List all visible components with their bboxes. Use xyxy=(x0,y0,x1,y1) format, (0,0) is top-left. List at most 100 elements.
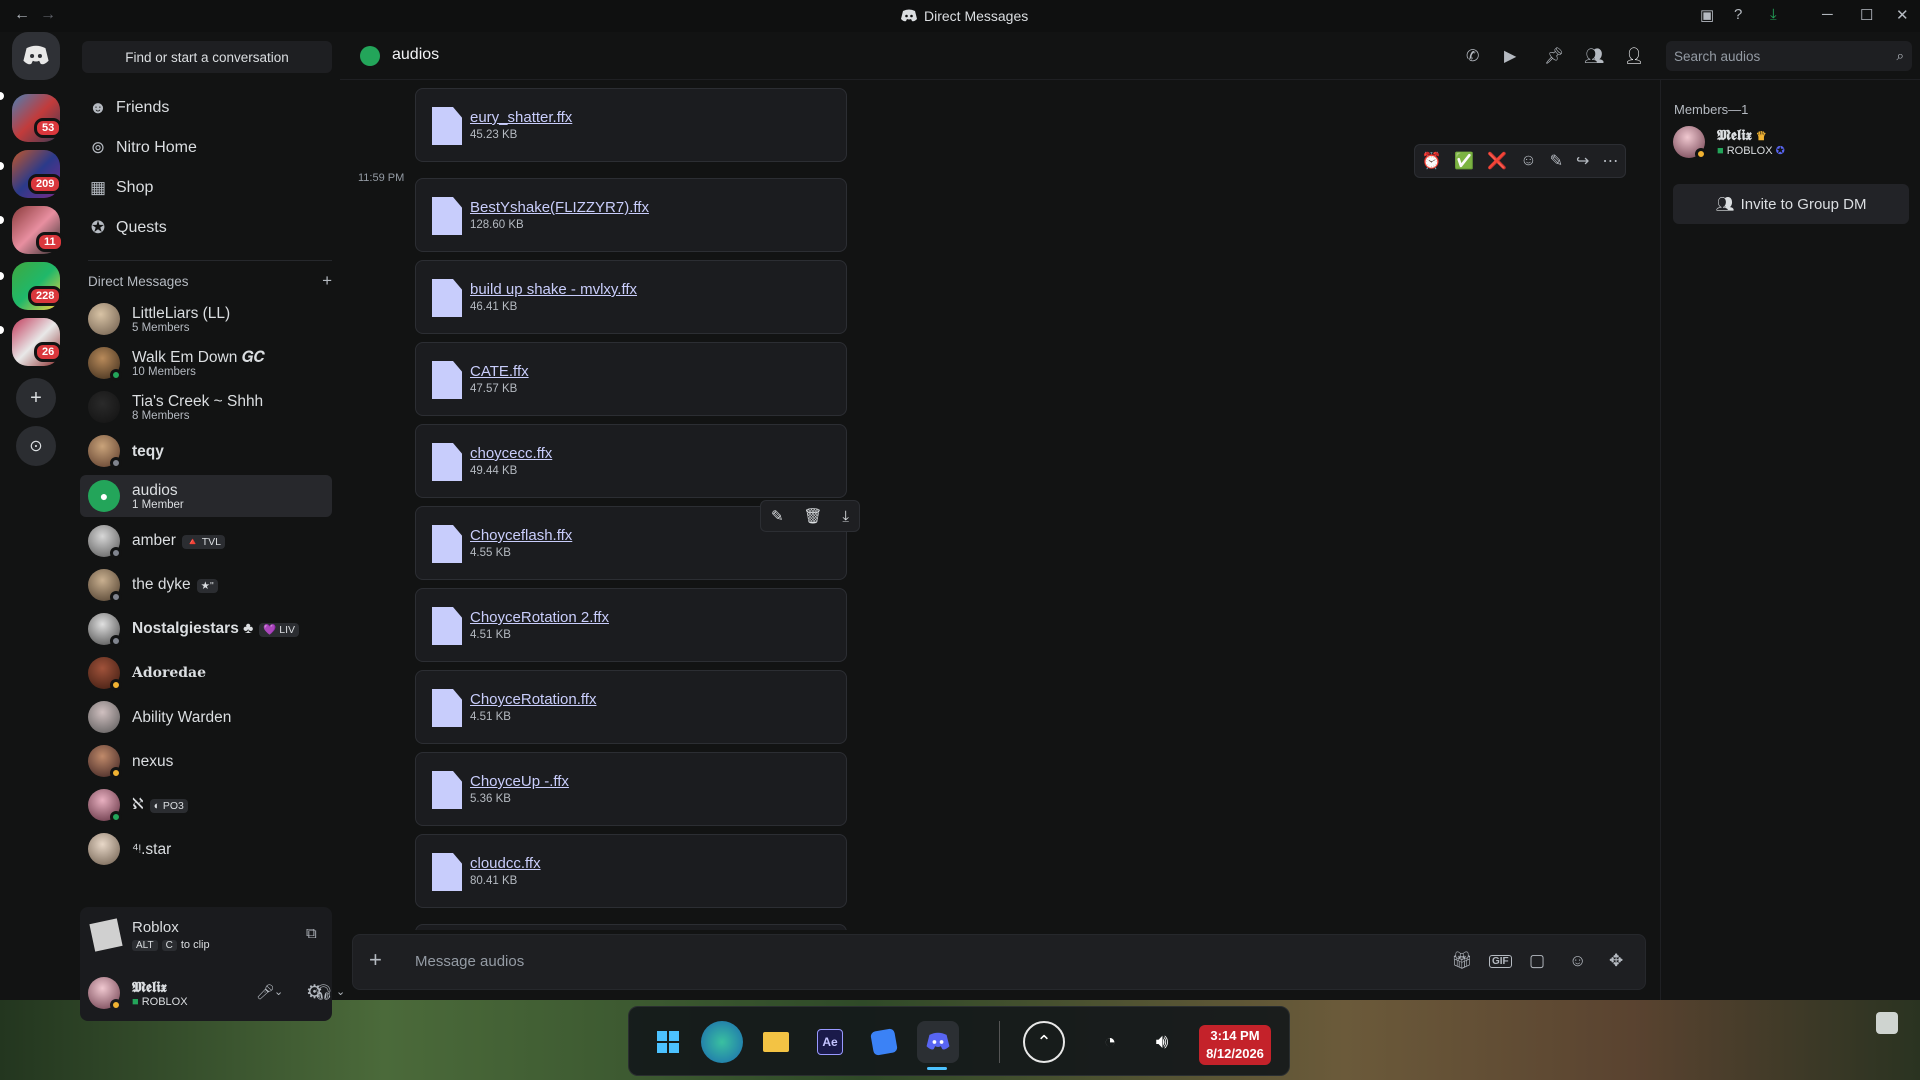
file-attachment[interactable]: eury_shatter.ffx 45.23 KB xyxy=(415,88,847,162)
file-name-link[interactable]: ChoyceRotation 2.ffx xyxy=(470,609,609,626)
dm-item[interactable]: Walk Em Down 𝑮𝑪 10 Members xyxy=(80,342,332,384)
member-item[interactable]: 𝕸𝖊𝖑𝖎𝖝 ♛ ■ ROBLOX ✪ xyxy=(1673,126,1785,160)
file-attachment[interactable]: CATE.ffx 47.57 KB xyxy=(415,342,847,416)
folder-icon xyxy=(763,1032,789,1052)
discord-taskbar-icon[interactable] xyxy=(917,1021,959,1063)
gif-icon[interactable]: GIF xyxy=(1489,955,1512,968)
add-reaction-icon[interactable]: ☺ xyxy=(1520,152,1536,170)
minimize-button[interactable]: ─ xyxy=(1822,6,1833,23)
delete-file-icon[interactable]: 🗑 xyxy=(803,507,822,525)
add-attachment-button[interactable]: + xyxy=(369,947,382,973)
forward-icon[interactable]: ↪ xyxy=(1576,151,1589,171)
add-member-icon[interactable]: 👥︎ xyxy=(1584,46,1604,66)
discover-icon[interactable]: ⊙ xyxy=(16,426,56,466)
file-name-link[interactable]: BestYshake(FLIZZYR7).ffx xyxy=(470,199,649,216)
dm-item[interactable]: LittleLiars (LL) 5 Members xyxy=(80,298,332,340)
nav-shop[interactable]: ▦ Shop xyxy=(80,170,332,206)
edge-icon[interactable] xyxy=(701,1021,743,1063)
dm-item[interactable]: ℵ ◐ PO3 xyxy=(80,784,332,826)
download-icon[interactable]: ⤓ xyxy=(1770,6,1777,23)
maximize-button[interactable]: ☐ xyxy=(1860,6,1873,24)
home-button[interactable] xyxy=(12,32,60,80)
file-attachment[interactable]: choycecc.ffx 49.44 KB xyxy=(415,424,847,498)
close-button[interactable]: ✕ xyxy=(1896,6,1909,24)
roblox-taskbar-icon[interactable] xyxy=(863,1021,905,1063)
invite-label: Invite to Group DM xyxy=(1740,195,1867,213)
message-input[interactable]: Message audios xyxy=(415,953,524,970)
invite-to-group-button[interactable]: 👥︎ Invite to Group DM xyxy=(1673,184,1909,224)
gift-icon[interactable]: 🎁︎ xyxy=(1451,951,1473,971)
dm-item[interactable]: nexus xyxy=(80,740,332,782)
nav-friends[interactable]: ☻ Friends xyxy=(80,90,332,126)
file-attachment[interactable]: ChoyceRotation.ffx 4.51 KB xyxy=(415,670,847,744)
file-name-link[interactable]: build up shake - mvlxy.ffx xyxy=(470,281,637,298)
microphone-icon[interactable]: 🎤︎ xyxy=(256,983,275,1001)
show-hidden-icons[interactable]: ⌃ xyxy=(1023,1021,1065,1063)
edit-file-icon[interactable]: ✎ xyxy=(771,507,784,525)
video-icon[interactable]: ▶ xyxy=(1504,46,1516,66)
user-avatar[interactable] xyxy=(88,977,122,1011)
system-clock[interactable]: 3:14 PM 8/12/2026 xyxy=(1199,1025,1271,1065)
download-file-icon[interactable]: ⤓ xyxy=(842,508,849,525)
nav-quests[interactable]: ✪ Quests xyxy=(80,210,332,246)
members-icon[interactable]: 👤︎ xyxy=(1624,46,1644,66)
search-icon: ⌕ xyxy=(1896,48,1904,63)
start-icon[interactable] xyxy=(647,1021,689,1063)
file-attachment[interactable]: cloudcc.ffx 80.41 KB xyxy=(415,834,847,908)
file-attachment[interactable]: BestYshake(FLIZZYR7).ffx 128.60 KB xyxy=(415,178,847,252)
file-attachment-partial[interactable] xyxy=(415,924,847,930)
nav-nitro-home[interactable]: ⊚ Nitro Home xyxy=(80,130,332,166)
file-name-link[interactable]: Choyceflash.ffx xyxy=(470,527,572,544)
file-name-link[interactable]: CATE.ffx xyxy=(470,363,529,380)
clip-icon[interactable]: ⧉ xyxy=(306,925,317,942)
file-name-link[interactable]: ChoyceRotation.ffx xyxy=(470,691,596,708)
find-conversation-input[interactable]: Find or start a conversation xyxy=(82,41,332,73)
edit-icon[interactable]: ✎ xyxy=(1550,151,1563,171)
check-mark-icon[interactable]: ✅ xyxy=(1454,151,1474,171)
dm-item[interactable]: teqy xyxy=(80,430,332,472)
after-effects-icon[interactable]: Ae xyxy=(809,1021,851,1063)
cross-mark-icon[interactable]: ❌ xyxy=(1487,151,1507,171)
file-attachment[interactable]: build up shake - mvlxy.ffx 46.41 KB xyxy=(415,260,847,334)
dm-item[interactable]: Tia's Creek ~ Shhh 8 Members xyxy=(80,386,332,428)
inbox-icon[interactable]: ▣ xyxy=(1700,6,1714,24)
dm-item[interactable]: Nostalgiestars ♣ 💜 LIV xyxy=(80,608,332,650)
pin-icon[interactable]: 📌︎ xyxy=(1544,46,1564,66)
file-name-link[interactable]: cloudcc.ffx xyxy=(470,855,541,872)
settings-gear-icon[interactable]: ⚙ xyxy=(306,981,323,1004)
sticker-icon[interactable]: ▢ xyxy=(1529,951,1545,971)
file-name-link[interactable]: ChoyceUp -.ffx xyxy=(470,773,569,790)
search-input[interactable]: Search audios ⌕ xyxy=(1666,41,1912,71)
dm-item[interactable]: the dyke ★" xyxy=(80,564,332,606)
dm-item[interactable]: Adoredae xyxy=(80,652,332,694)
notification-icon[interactable] xyxy=(1876,1012,1898,1034)
dm-item[interactable]: amber 🔺 TVL xyxy=(80,520,332,562)
file-name-link[interactable]: eury_shatter.ffx xyxy=(470,109,572,126)
member-status-text: ROBLOX xyxy=(1726,145,1773,157)
chevron-down-icon[interactable]: ⌄ xyxy=(274,985,283,998)
more-options-icon[interactable]: ⋯ xyxy=(1602,151,1618,171)
add-server-button[interactable]: + xyxy=(16,378,56,418)
help-icon[interactable]: ? xyxy=(1734,6,1742,23)
volume-icon[interactable]: 🔊︎ xyxy=(1141,1021,1183,1063)
active-app-indicator xyxy=(927,1067,947,1070)
apps-icon[interactable]: ✥ xyxy=(1609,951,1623,971)
dm-item[interactable]: ⁴ᵎ.star xyxy=(80,828,332,870)
phone-icon[interactable]: ✆ xyxy=(1466,46,1479,66)
dm-item-selected[interactable]: ● audios 1 Member xyxy=(80,475,332,517)
wifi-icon[interactable]: ◔ xyxy=(1089,1021,1131,1063)
chevron-down-icon[interactable]: ⌄ xyxy=(336,985,345,998)
avatar xyxy=(88,525,122,559)
alarm-clock-icon[interactable]: ⏰ xyxy=(1422,151,1442,171)
file-attachment[interactable]: ChoyceUp -.ffx 5.36 KB xyxy=(415,752,847,826)
forward-arrow-icon[interactable]: → xyxy=(40,6,56,24)
file-attachment[interactable]: ChoyceRotation 2.ffx 4.51 KB xyxy=(415,588,847,662)
emoji-icon[interactable]: ☺ xyxy=(1569,951,1586,971)
file-name-link[interactable]: choycecc.ffx xyxy=(470,445,552,462)
create-dm-button[interactable]: + xyxy=(322,271,332,291)
nav-friends-label: Friends xyxy=(116,99,170,116)
explorer-icon[interactable] xyxy=(755,1021,797,1063)
dm-item[interactable]: Ability Warden xyxy=(80,696,332,738)
offline-status xyxy=(110,457,122,469)
back-arrow-icon[interactable]: ← xyxy=(14,6,30,24)
